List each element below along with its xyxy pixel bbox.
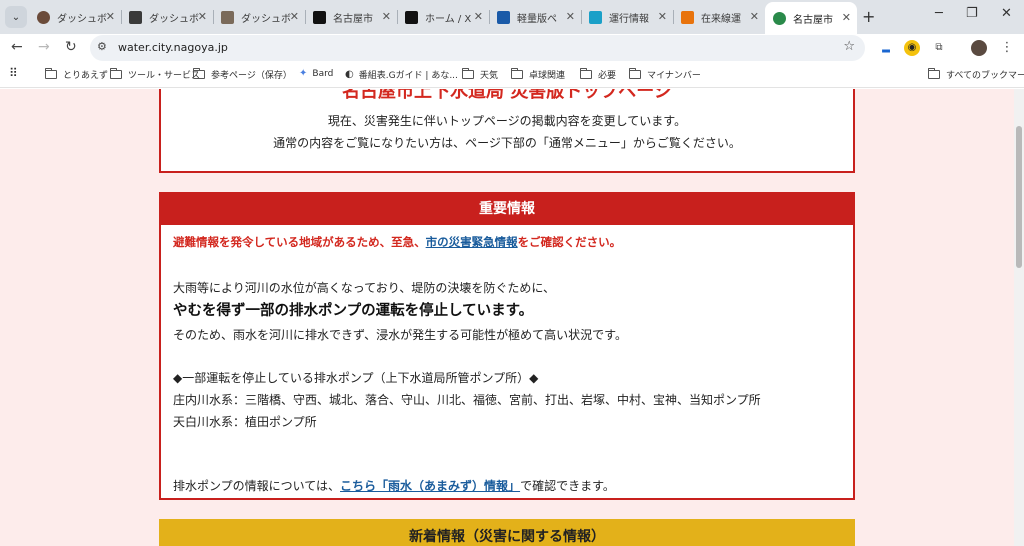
tab-8-active[interactable]: 名古屋市 ✕ bbox=[765, 2, 857, 34]
forward-icon[interactable]: → bbox=[38, 39, 50, 55]
tab-favicon-icon bbox=[37, 10, 50, 24]
bookmark-folder[interactable]: 必要 bbox=[579, 67, 616, 81]
tab-close-icon[interactable]: ✕ bbox=[290, 10, 299, 23]
folder-icon bbox=[109, 67, 122, 79]
tab-6[interactable]: 運行情報 ✕ bbox=[581, 4, 674, 30]
tab-2[interactable]: ダッシュボード ✕ bbox=[213, 4, 306, 30]
tab-close-icon[interactable]: ✕ bbox=[106, 10, 115, 23]
tab-close-icon[interactable]: ✕ bbox=[566, 10, 575, 23]
important-info-box: 重要情報 避難情報を発令している地域があるため、至急、市の災害緊急情報をご確認く… bbox=[159, 192, 855, 500]
bookmark-folder[interactable]: 卓球関連 bbox=[510, 67, 565, 81]
pump-stop-statement: やむを得ず一部の排水ポンプの運転を停止しています。 bbox=[173, 303, 534, 319]
bookmarks-bar: ⠿ とりあえず ツール・サービス 参考ページ（保存） ✦ Bard ◐ 番組表.Gガ… bbox=[0, 62, 1024, 88]
jr-logo-icon bbox=[681, 10, 694, 24]
tab-favicon-icon bbox=[497, 10, 510, 24]
stopped-pumps-heading: ◆一部運転を停止している排水ポンプ（上下水道局所管ポンプ所）◆ bbox=[173, 371, 539, 385]
bookmark-folder[interactable]: マイナンバー bbox=[628, 67, 701, 81]
tab-favicon-icon bbox=[129, 10, 142, 24]
page-scrollbar[interactable] bbox=[1014, 89, 1024, 546]
close-window-icon[interactable]: ✕ bbox=[1001, 6, 1012, 21]
rainwater-info-link[interactable]: こちら「雨水（あまみず）情報」 bbox=[340, 479, 520, 493]
tab-favicon-icon bbox=[773, 11, 786, 25]
tab-search-icon[interactable]: ⌄ bbox=[5, 6, 27, 28]
tab-0[interactable]: ダッシュボード ✕ bbox=[29, 4, 122, 30]
bookmark-folder[interactable]: とりあえず bbox=[44, 67, 108, 81]
rainwater-info-line: 排水ポンプの情報については、こちら「雨水（あまみず）情報」で確認できます。 bbox=[173, 479, 615, 493]
restore-icon[interactable]: ❐ bbox=[966, 6, 978, 21]
folder-icon bbox=[461, 67, 474, 79]
bard-sparkle-icon: ✦ bbox=[299, 68, 308, 79]
address-bar[interactable]: ⚙ water.city.nagoya.jp ☆ bbox=[90, 35, 865, 61]
tab-1[interactable]: ダッシュボード ✕ bbox=[121, 4, 214, 30]
notice-line-2: 通常の内容をご覧になりたい方は、ページ下部の「通常メニュー」からご覧ください。 bbox=[273, 136, 741, 150]
notice-line-1: 現在、災害発生に伴いトップページの掲載内容を変更しています。 bbox=[327, 114, 687, 128]
pump-info-para-1: 大雨等により河川の水位が高くなっており、堤防の決壊を防ぐために、 bbox=[173, 281, 555, 295]
emergency-info-link[interactable]: 市の災害緊急情報 bbox=[426, 235, 518, 249]
url-text[interactable]: water.city.nagoya.jp bbox=[118, 41, 228, 54]
profile-avatar-icon[interactable]: ● bbox=[971, 40, 987, 56]
tab-close-icon[interactable]: ✕ bbox=[658, 10, 667, 23]
minimize-icon[interactable]: ─ bbox=[935, 6, 943, 21]
new-tab-icon[interactable]: + bbox=[862, 7, 875, 26]
tab-strip: ⌄ ダッシュボード ✕ ダッシュボード ✕ ダッシュボード ✕ 名古屋市 ✕ ホ… bbox=[0, 0, 1024, 34]
disaster-notice-box: 名古屋市上下水道局 災害版トップページ 現在、災害発生に伴いトップページの掲載内… bbox=[159, 89, 855, 173]
reload-icon[interactable]: ↻ bbox=[65, 39, 77, 55]
browser-toolbar: ← → ↻ ⚙ water.city.nagoya.jp ☆ ▂ ◉ ⧉ ● ⋮ bbox=[0, 34, 1024, 62]
tab-7[interactable]: 在来線運 ✕ bbox=[673, 4, 765, 30]
x-logo-icon bbox=[405, 10, 418, 24]
folder-icon bbox=[628, 67, 641, 79]
tab-close-icon[interactable]: ✕ bbox=[382, 10, 391, 23]
news-section-header: 新着情報（災害に関する情報） bbox=[159, 519, 855, 546]
tab-close-icon[interactable]: ✕ bbox=[198, 10, 207, 23]
tv-guide-icon: ◐ bbox=[345, 69, 354, 80]
bookmark-star-icon[interactable]: ☆ bbox=[843, 39, 855, 54]
folder-icon bbox=[192, 67, 205, 79]
puzzle-extension-icon[interactable]: ⧉ bbox=[931, 40, 947, 56]
x-logo-icon bbox=[313, 10, 326, 24]
important-info-title: 重要情報 bbox=[161, 194, 853, 225]
tab-4[interactable]: ホーム / X ✕ bbox=[397, 4, 490, 30]
tab-close-icon[interactable]: ✕ bbox=[842, 11, 851, 24]
tempaku-river-pumps: 天白川水系：植田ポンプ所 bbox=[173, 415, 317, 429]
pump-info-para-3: そのため、雨水を河川に排水できず、浸水が発生する可能性が極めて高い状況です。 bbox=[173, 328, 627, 342]
folder-icon bbox=[579, 67, 592, 79]
scrollbar-thumb[interactable] bbox=[1016, 126, 1022, 268]
tab-close-icon[interactable]: ✕ bbox=[474, 10, 483, 23]
bookmark-bard[interactable]: ✦ Bard bbox=[299, 68, 333, 79]
tab-5[interactable]: 軽量版ペ ✕ bbox=[489, 4, 582, 30]
tab-close-icon[interactable]: ✕ bbox=[750, 10, 759, 23]
folder-icon bbox=[44, 67, 57, 79]
apps-grid-icon[interactable]: ⠿ bbox=[9, 66, 18, 80]
edit-extension-icon[interactable]: ▂ bbox=[878, 40, 894, 56]
tab-3[interactable]: 名古屋市 ✕ bbox=[305, 4, 398, 30]
shield-extension-icon[interactable]: ◉ bbox=[904, 40, 920, 56]
news-section-title: 新着情報（災害に関する情報） bbox=[409, 529, 605, 545]
back-icon[interactable]: ← bbox=[11, 39, 23, 55]
bookmark-tv-guide[interactable]: ◐ 番組表.Gガイド | あな... bbox=[345, 68, 458, 81]
all-bookmarks[interactable]: すべてのブックマーク bbox=[927, 67, 1024, 81]
page-content: 名古屋市上下水道局 災害版トップページ 現在、災害発生に伴いトップページの掲載内… bbox=[0, 89, 1024, 546]
shonai-river-pumps: 庄内川水系：三階橋、守西、城北、落合、守山、川北、福徳、宮前、打出、岩塚、中村、… bbox=[173, 393, 761, 407]
tab-favicon-icon bbox=[589, 10, 602, 24]
folder-icon bbox=[927, 67, 940, 79]
bookmark-folder[interactable]: ツール・サービス bbox=[109, 67, 200, 81]
tab-favicon-icon bbox=[221, 10, 234, 24]
folder-icon bbox=[510, 67, 523, 79]
menu-icon[interactable]: ⋮ bbox=[999, 40, 1015, 56]
evacuation-alert: 避難情報を発令している地域があるため、至急、市の災害緊急情報をご確認ください。 bbox=[173, 235, 622, 249]
notice-heading: 名古屋市上下水道局 災害版トップページ bbox=[342, 89, 672, 102]
bookmark-folder[interactable]: 参考ページ（保存） bbox=[192, 67, 292, 81]
bookmark-folder[interactable]: 天気 bbox=[461, 67, 498, 81]
site-info-icon[interactable]: ⚙ bbox=[97, 40, 107, 53]
